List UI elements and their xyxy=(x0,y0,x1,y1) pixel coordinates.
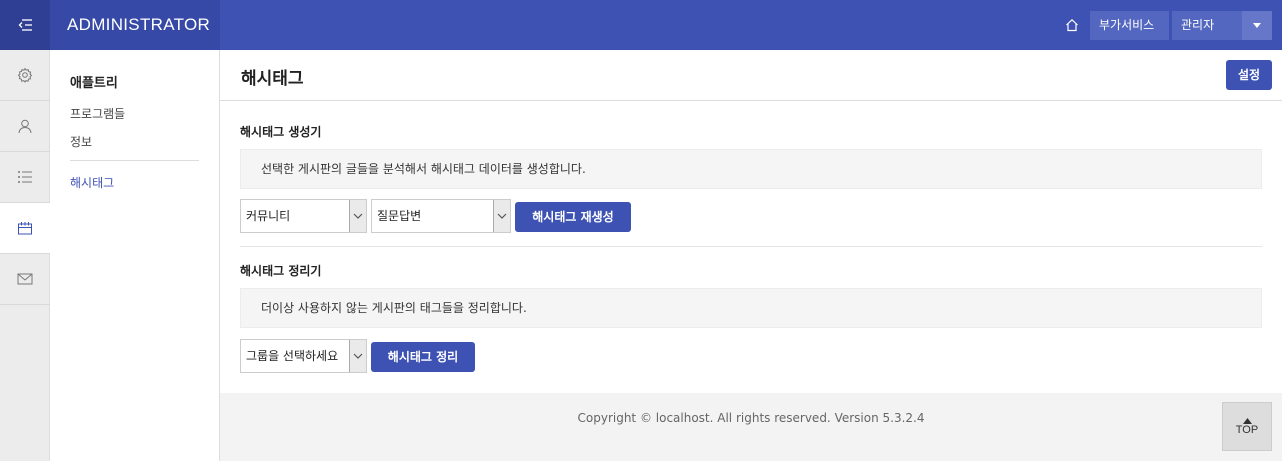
scroll-top-label: TOP xyxy=(1235,423,1259,436)
select-arrow xyxy=(349,200,366,232)
sub-menu: 애플트리 프로그램들 정보 해시태그 xyxy=(50,50,220,461)
cleanup-description: 더이상 사용하지 않는 게시판의 태그들을 정리합니다. xyxy=(240,288,1262,328)
board-group-select[interactable]: 커뮤니티 xyxy=(240,199,367,233)
rail-item-settings[interactable] xyxy=(0,50,50,101)
board-select-value: 질문답변 xyxy=(377,209,422,223)
cleanup-section-title: 해시태그 정리기 xyxy=(240,264,322,278)
list-icon xyxy=(18,171,32,183)
admin-dropdown-toggle[interactable] xyxy=(1242,11,1272,40)
mail-icon xyxy=(17,273,33,285)
chevron-down-icon xyxy=(353,213,363,219)
caret-down-icon xyxy=(1253,23,1261,28)
group-select[interactable]: 그룹을 선택하세요 xyxy=(240,339,367,373)
home-button[interactable] xyxy=(1060,12,1084,38)
copyright-text: Copyright © localhost. All rights reserv… xyxy=(577,411,925,425)
generator-description: 선택한 게시판의 글들을 분석해서 해시태그 데이터를 생성합니다. xyxy=(240,149,1262,189)
rail-item-apps[interactable] xyxy=(0,203,50,254)
select-arrow xyxy=(349,340,366,372)
select-arrow xyxy=(493,200,510,232)
submenu-divider xyxy=(70,160,199,161)
cleanup-hashtag-button[interactable]: 해시태그 정리 xyxy=(371,342,475,372)
scroll-top-button[interactable]: TOP xyxy=(1222,402,1272,451)
chevron-down-icon xyxy=(353,353,363,359)
page-title: 해시태그 xyxy=(241,69,304,89)
calendar-icon xyxy=(18,222,32,235)
settings-button[interactable]: 설정 xyxy=(1226,60,1272,90)
chevron-down-icon xyxy=(497,213,507,219)
submenu-item-programs[interactable]: 프로그램들 xyxy=(70,105,125,122)
main-content: 해시태그 설정 해시태그 생성기 선택한 게시판의 글들을 분석해서 해시태그 … xyxy=(220,50,1282,393)
page-header: 해시태그 설정 xyxy=(220,50,1282,101)
top-bar: ADMINISTRATOR 부가서비스 관리자 xyxy=(0,0,1282,50)
rail-item-boards[interactable] xyxy=(0,152,50,203)
group-select-value: 그룹을 선택하세요 xyxy=(246,349,339,363)
user-icon xyxy=(18,119,32,134)
collapse-menu-icon xyxy=(18,19,32,31)
generator-section-title: 해시태그 생성기 xyxy=(240,125,322,139)
submenu-item-hashtag[interactable]: 해시태그 xyxy=(70,174,114,191)
section-divider xyxy=(240,246,1262,247)
submenu-item-info[interactable]: 정보 xyxy=(70,133,92,150)
addon-services-button[interactable]: 부가서비스 xyxy=(1090,11,1169,40)
submenu-title: 애플트리 xyxy=(70,76,118,91)
menu-toggle-button[interactable] xyxy=(0,0,50,50)
board-select[interactable]: 질문답변 xyxy=(371,199,511,233)
board-group-select-value: 커뮤니티 xyxy=(246,209,291,223)
gear-icon xyxy=(17,67,33,83)
rail-item-members[interactable] xyxy=(0,101,50,152)
regenerate-hashtag-button[interactable]: 해시태그 재생성 xyxy=(515,202,631,232)
home-icon xyxy=(1066,18,1078,32)
rail-item-mail[interactable] xyxy=(0,254,50,305)
footer: Copyright © localhost. All rights reserv… xyxy=(220,393,1282,461)
icon-rail xyxy=(0,50,50,461)
admin-menu-button[interactable]: 관리자 xyxy=(1172,11,1242,40)
brand-title[interactable]: ADMINISTRATOR xyxy=(67,0,210,50)
